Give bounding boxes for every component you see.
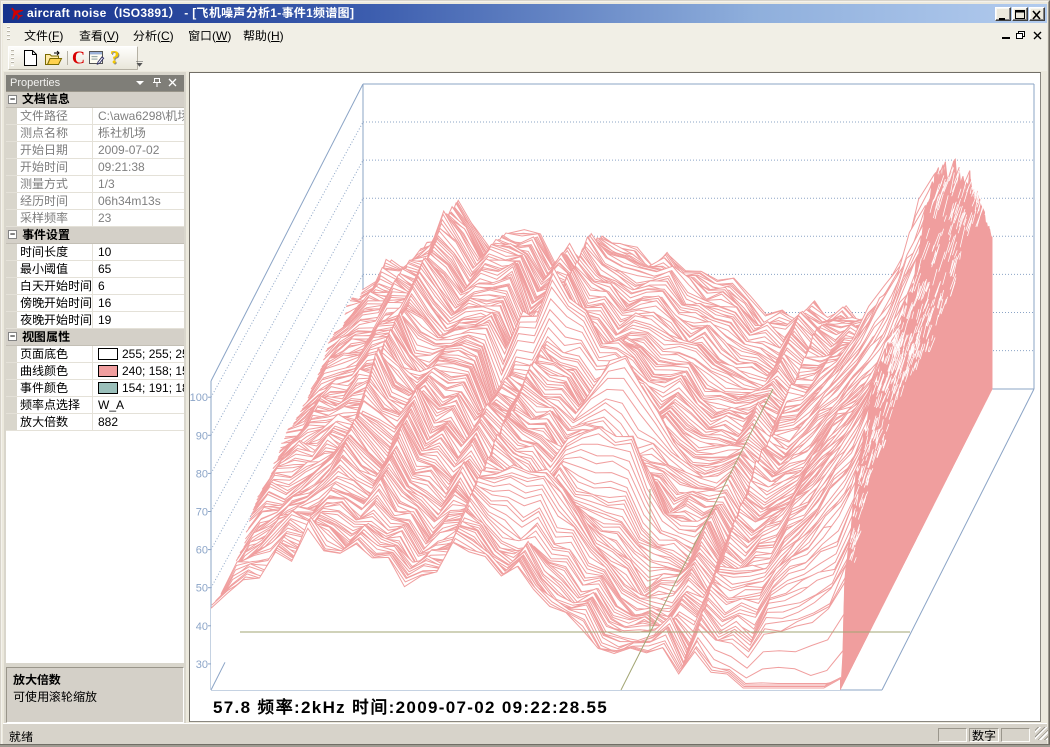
svg-text:90: 90 <box>196 430 208 442</box>
svg-text:?: ? <box>110 49 120 67</box>
svg-text:70: 70 <box>196 507 208 519</box>
svg-text:60: 60 <box>196 545 208 557</box>
svg-text:80: 80 <box>196 468 208 480</box>
svg-text:30: 30 <box>196 659 208 671</box>
svg-text:40: 40 <box>196 621 208 633</box>
svg-text:50: 50 <box>196 583 208 595</box>
svg-text:C: C <box>72 49 85 67</box>
svg-text:100: 100 <box>190 392 208 404</box>
